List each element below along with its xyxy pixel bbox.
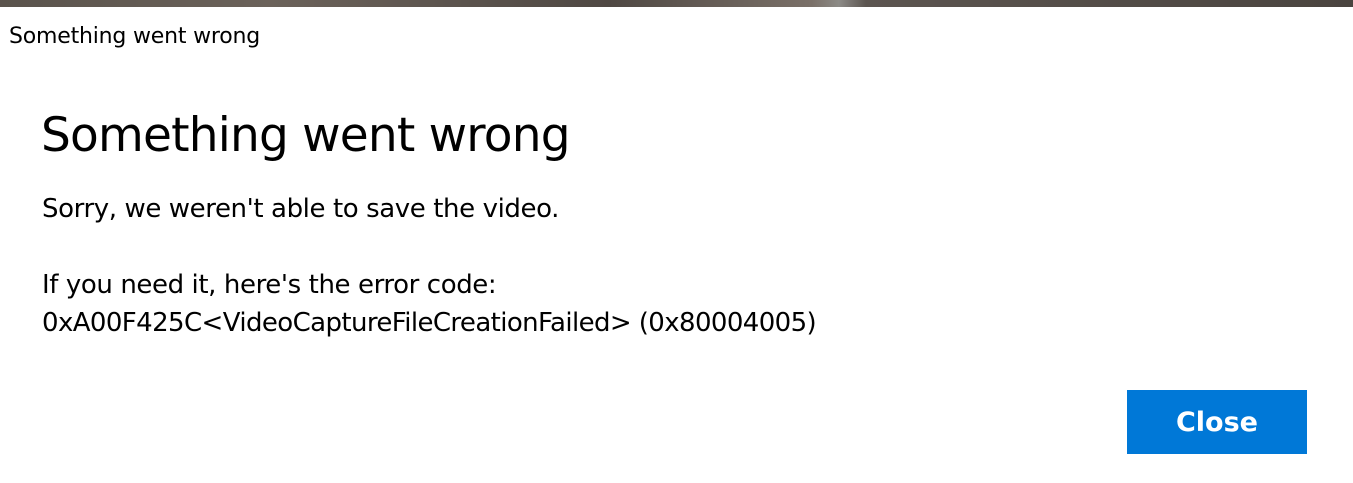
error-dialog-window: Something went wrong Something went wron… — [0, 0, 1353, 483]
window-title: Something went wrong — [9, 24, 260, 49]
error-code-intro: If you need it, here's the error code: — [42, 270, 497, 300]
close-button[interactable]: Close — [1127, 390, 1307, 454]
background-strip — [0, 0, 1353, 7]
error-code: 0xA00F425C<VideoCaptureFileCreationFaile… — [42, 308, 817, 338]
dialog-heading: Something went wrong — [41, 108, 571, 163]
error-message: Sorry, we weren't able to save the video… — [42, 194, 560, 224]
title-bar[interactable]: Something went wrong — [0, 7, 1353, 67]
dialog-content: Something went wrong Sorry, we weren't a… — [41, 104, 1301, 338]
